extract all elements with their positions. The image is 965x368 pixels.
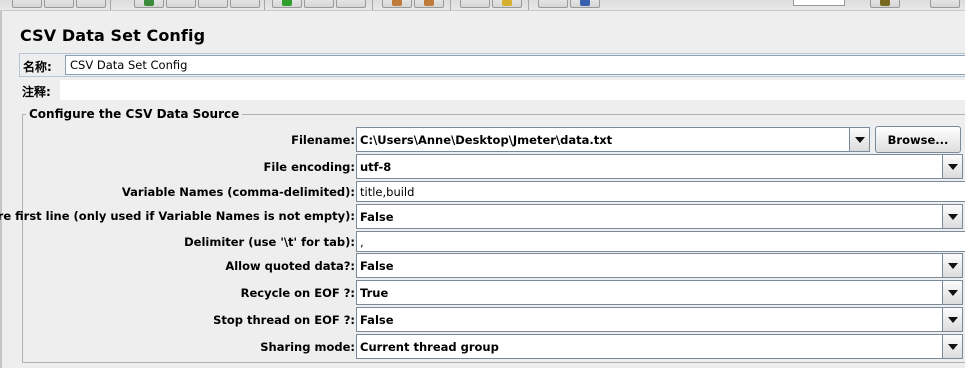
name-row: 名称: — [19, 53, 965, 77]
start-no-pause-icon[interactable] — [304, 0, 334, 8]
variable-names-label: Variable Names (comma-delimited): — [121, 185, 355, 199]
open-icon[interactable] — [12, 0, 42, 8]
recycle-eof-combo[interactable]: True — [356, 280, 963, 305]
panel-title: CSV Data Set Config — [20, 26, 206, 45]
recycle-eof-label: Recycle on EOF ?: — [240, 286, 355, 300]
clear-icon[interactable] — [460, 0, 490, 8]
save-icon[interactable] — [44, 0, 74, 8]
tree-splitter[interactable] — [0, 11, 2, 368]
filename-value: C:\Users\Anne\Desktop\Jmeter\data.txt — [360, 133, 613, 147]
chevron-down-icon[interactable] — [942, 281, 962, 304]
stop-thread-eof-value: False — [360, 313, 394, 327]
toolbar-separator — [264, 0, 265, 10]
toolbar-separator — [110, 0, 111, 10]
collapse-icon[interactable] — [230, 0, 260, 8]
toolbar-separator — [528, 0, 529, 10]
thread-counter-field — [793, 0, 845, 6]
filename-combo[interactable]: C:\Users\Anne\Desktop\Jmeter\data.txt — [356, 127, 870, 152]
expand-icon[interactable] — [198, 0, 228, 8]
remote-stop-icon[interactable] — [414, 0, 444, 8]
chevron-down-icon[interactable] — [942, 155, 962, 178]
sharing-mode-combo[interactable]: Current thread group — [356, 334, 963, 359]
ignore-first-line-label: Ignore first line (only used if Variable… — [0, 209, 355, 223]
variable-names-input[interactable]: title,build — [356, 181, 965, 202]
ignore-first-line-combo[interactable]: False — [356, 204, 963, 229]
toolbar — [0, 0, 965, 11]
sharing-mode-label: Sharing mode: — [260, 340, 355, 354]
delimiter-value: , — [360, 235, 364, 249]
name-label: 名称: — [23, 60, 52, 74]
file-encoding-value: utf-8 — [360, 160, 392, 174]
delimiter-input[interactable]: , — [356, 231, 965, 252]
allow-quoted-combo[interactable]: False — [356, 253, 963, 278]
search-icon[interactable] — [538, 0, 568, 8]
comments-row: 注释: — [19, 79, 965, 103]
cut-icon[interactable] — [76, 0, 106, 8]
start-icon[interactable] — [272, 0, 302, 8]
chevron-down-icon[interactable] — [849, 128, 869, 151]
ignore-first-line-value: False — [360, 210, 394, 224]
stop-thread-eof-combo[interactable]: False — [356, 307, 963, 332]
help-icon[interactable] — [930, 0, 960, 8]
file-encoding-combo[interactable]: utf-8 — [356, 154, 963, 179]
stop-thread-eof-label: Stop thread on EOF ?: — [213, 313, 355, 327]
allow-quoted-value: False — [360, 259, 394, 273]
recycle-eof-value: True — [360, 286, 389, 300]
variable-names-value: title,build — [360, 185, 415, 199]
remote-start-icon[interactable] — [382, 0, 412, 8]
toolbar-separator — [372, 0, 373, 10]
paste-icon[interactable] — [166, 0, 196, 8]
chevron-down-icon[interactable] — [942, 205, 962, 228]
delimiter-label: Delimiter (use '\t' for tab): — [184, 235, 355, 249]
chevron-down-icon[interactable] — [942, 308, 962, 331]
stop-icon[interactable] — [336, 0, 366, 8]
chevron-down-icon[interactable] — [942, 254, 962, 277]
allow-quoted-label: Allow quoted data?: — [225, 259, 355, 273]
comments-input[interactable] — [60, 80, 965, 100]
file-encoding-label: File encoding: — [263, 160, 355, 174]
toolbar-separator — [450, 0, 451, 10]
clear-all-icon[interactable] — [492, 0, 522, 8]
reset-search-icon[interactable] — [570, 0, 600, 8]
comments-label: 注释: — [22, 85, 51, 99]
function-helper-icon[interactable] — [870, 0, 900, 8]
copy-icon[interactable] — [134, 0, 164, 8]
sharing-mode-value: Current thread group — [360, 340, 499, 354]
csv-source-group-title: Configure the CSV Data Source — [26, 107, 243, 121]
name-input[interactable] — [65, 55, 965, 75]
filename-label: Filename: — [291, 133, 355, 147]
browse-button[interactable]: Browse... — [875, 126, 961, 153]
chevron-down-icon[interactable] — [942, 335, 962, 358]
